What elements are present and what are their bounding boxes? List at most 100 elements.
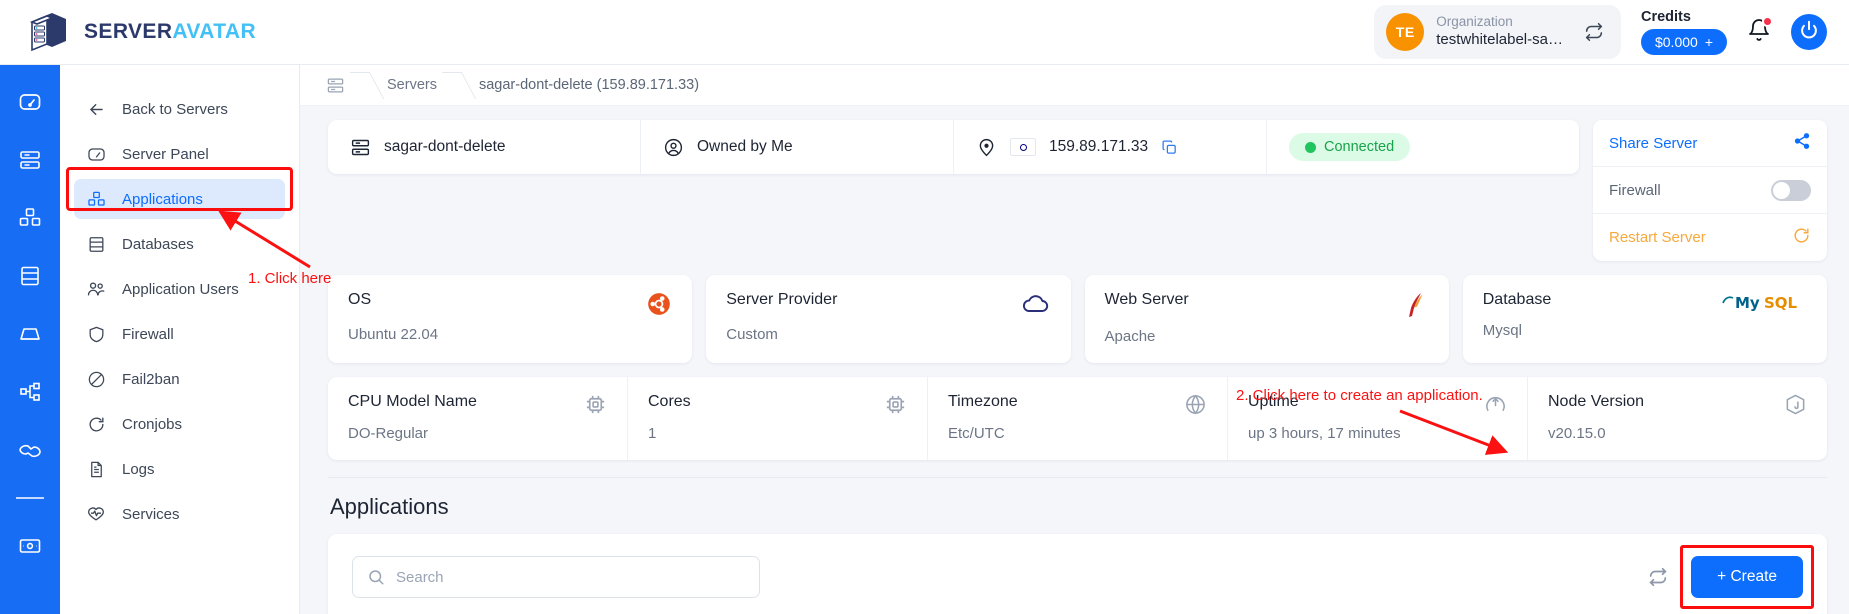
search-input[interactable]: [396, 568, 745, 586]
gauge-icon: [86, 144, 106, 164]
sidebar-item-label: Databases: [122, 235, 194, 253]
heartbeat-icon: [86, 504, 106, 524]
sidebar-item-cronjobs[interactable]: Cronjobs: [74, 404, 285, 444]
swap-arrows-icon[interactable]: [1583, 21, 1605, 43]
credits-amount: $0.000: [1654, 34, 1698, 50]
tile-value: 1: [648, 425, 657, 442]
icon-rail: [0, 65, 60, 614]
tile-server-provider: Server Provider Custom: [706, 275, 1071, 363]
tile-cores: Cores 1: [628, 377, 928, 460]
share-icon: [1793, 132, 1811, 154]
sidebar-item-fail2ban[interactable]: Fail2ban: [74, 359, 285, 399]
ownership-label: Owned by Me: [697, 138, 793, 155]
chip-icon: [884, 393, 907, 416]
refresh-icon[interactable]: [1647, 566, 1669, 588]
status-dot-icon: [1305, 141, 1316, 153]
brand-name-part1: SERVER: [84, 20, 173, 43]
sidebar-item-label: Server Panel: [122, 145, 209, 163]
page-title: Applications: [330, 494, 449, 519]
status-label: Connected: [1324, 139, 1395, 155]
sidebar-item-firewall[interactable]: Firewall: [74, 314, 285, 354]
tile-value: Etc/UTC: [948, 425, 1005, 442]
notifications-button[interactable]: [1747, 15, 1773, 47]
firewall-label: Firewall: [1609, 181, 1661, 199]
sidebar-item-label: Cronjobs: [122, 415, 183, 433]
rail-item-applications[interactable]: [15, 203, 45, 233]
power-button[interactable]: [1791, 14, 1827, 50]
power-icon: [1798, 19, 1820, 46]
top-bar-right: TE Organization testwhitelabel-sa… Credi…: [1374, 5, 1827, 59]
rail-item-servers[interactable]: [15, 145, 45, 175]
organization-switcher[interactable]: TE Organization testwhitelabel-sa…: [1374, 5, 1621, 59]
share-server-button[interactable]: Share Server: [1593, 120, 1827, 167]
chip-icon: [584, 393, 607, 416]
tile-title: Timezone: [948, 393, 1018, 410]
add-credits-button[interactable]: $0.000 +: [1640, 29, 1727, 55]
svg-text:SQL: SQL: [1764, 294, 1798, 312]
cloud-icon: [1021, 291, 1051, 317]
organization-name: testwhitelabel-sa…: [1436, 31, 1563, 49]
sidebar-item-label: Application Users: [122, 280, 239, 298]
ip-cell: 159.89.171.33: [954, 120, 1267, 174]
server-name-cell: sagar-dont-delete: [328, 120, 641, 174]
sidebar-item-label: Fail2ban: [122, 370, 180, 388]
tile-title: Database: [1482, 291, 1552, 308]
breadcrumb-separator: [351, 65, 381, 106]
refresh-icon: [86, 414, 106, 434]
rail-item-git[interactable]: [15, 377, 45, 407]
firewall-toggle[interactable]: [1771, 179, 1811, 201]
status-cell: Connected: [1267, 120, 1579, 174]
tile-title: CPU Model Name: [348, 393, 477, 410]
sidebar-item-applications[interactable]: Applications: [74, 179, 285, 219]
rail-item-partners[interactable]: [15, 435, 45, 465]
shield-icon: [86, 324, 106, 344]
rail-item-billing[interactable]: [15, 531, 45, 561]
sidebar-item-server-panel[interactable]: Server Panel: [74, 134, 285, 174]
tile-title: Web Server: [1104, 291, 1189, 308]
sidebar-item-back-to-servers[interactable]: Back to Servers: [74, 89, 285, 129]
rail-item-backups[interactable]: [15, 319, 45, 349]
breadcrumb-item-servers[interactable]: Servers: [387, 77, 437, 93]
restart-server-label: Restart Server: [1609, 229, 1706, 246]
tile-web-server: Web Server Apache: [1084, 275, 1449, 363]
organization-label: Organization: [1436, 14, 1513, 30]
rail-divider: [16, 497, 44, 499]
sidebar-item-label: Back to Servers: [122, 100, 228, 118]
sidebar-item-logs[interactable]: Logs: [74, 449, 285, 489]
search-icon: [367, 568, 385, 586]
credits-label: Credits: [1640, 9, 1691, 25]
restart-server-button[interactable]: Restart Server: [1593, 214, 1827, 261]
brand-logo-group[interactable]: SERVERAVATAR: [26, 10, 256, 54]
arrow-left-icon: [86, 99, 106, 119]
rail-item-dashboard[interactable]: [15, 87, 45, 117]
sidebar-item-label: Firewall: [122, 325, 174, 343]
server-ip: 159.89.171.33: [1049, 138, 1149, 155]
create-application-button[interactable]: + Create: [1691, 556, 1803, 598]
rail-item-databases[interactable]: [15, 261, 45, 291]
breadcrumb-item-current: sagar-dont-delete (159.89.171.33): [478, 77, 700, 93]
annotation-text-1: 1. Click here: [248, 270, 332, 287]
avatar: TE: [1386, 13, 1425, 51]
tile-title: Cores: [648, 393, 691, 410]
sidebar-item-databases[interactable]: Databases: [74, 224, 285, 264]
tile-timezone: Timezone Etc/UTC: [928, 377, 1228, 460]
tile-cpu-model-name: CPU Model Name DO-Regular: [328, 377, 628, 460]
status-badge: Connected: [1289, 133, 1411, 161]
server-summary-card: sagar-dont-delete Owned by Me 159.89.171…: [328, 120, 1579, 174]
sidebar-item-services[interactable]: Services: [74, 494, 285, 534]
notification-badge-dot: [1762, 15, 1773, 27]
apache-feather-icon: [1403, 291, 1429, 319]
tile-value: Custom: [726, 326, 778, 343]
applications-toolbar: + Create: [328, 534, 1827, 614]
share-server-label: Share Server: [1609, 134, 1698, 152]
brand-name-part2: AVATAR: [172, 20, 257, 43]
svg-text:My: My: [1735, 294, 1760, 312]
mysql-icon: My SQL: [1721, 291, 1807, 313]
tile-value: v20.15.0: [1548, 425, 1606, 442]
annotation-text-2: 2. Click here to create an application.: [1236, 387, 1483, 404]
search-input-wrapper[interactable]: [352, 556, 760, 598]
copy-icon[interactable]: [1161, 139, 1178, 156]
server-stack-icon[interactable]: [326, 76, 345, 95]
main-content: Servers sagar-dont-delete (159.89.171.33…: [300, 65, 1849, 614]
tile-value: Mysql: [1482, 322, 1522, 339]
